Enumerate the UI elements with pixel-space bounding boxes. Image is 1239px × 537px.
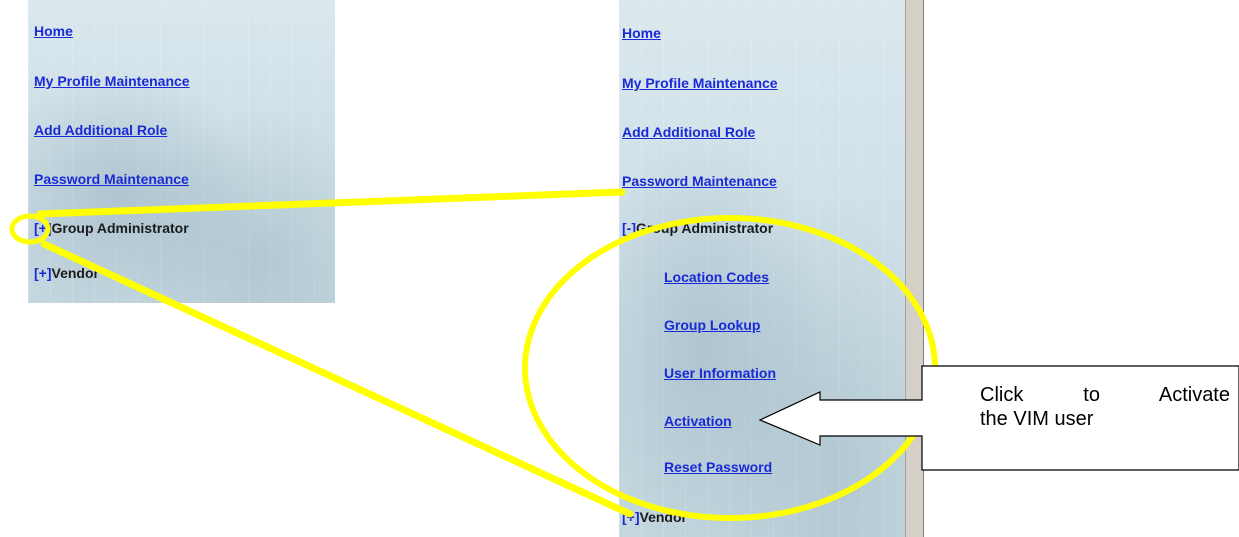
callout-line1: Click to Activate xyxy=(980,384,1230,406)
large-highlight-ellipse xyxy=(522,215,938,521)
callout-line2: the VIM user xyxy=(980,408,1094,430)
small-highlight-circle xyxy=(9,213,51,245)
zoom-connector-top xyxy=(36,188,626,218)
zoom-connector-bottom xyxy=(40,240,634,518)
callout-text: Click to Activate the VIM user xyxy=(980,383,1230,431)
annotation-overlay xyxy=(9,188,1239,521)
